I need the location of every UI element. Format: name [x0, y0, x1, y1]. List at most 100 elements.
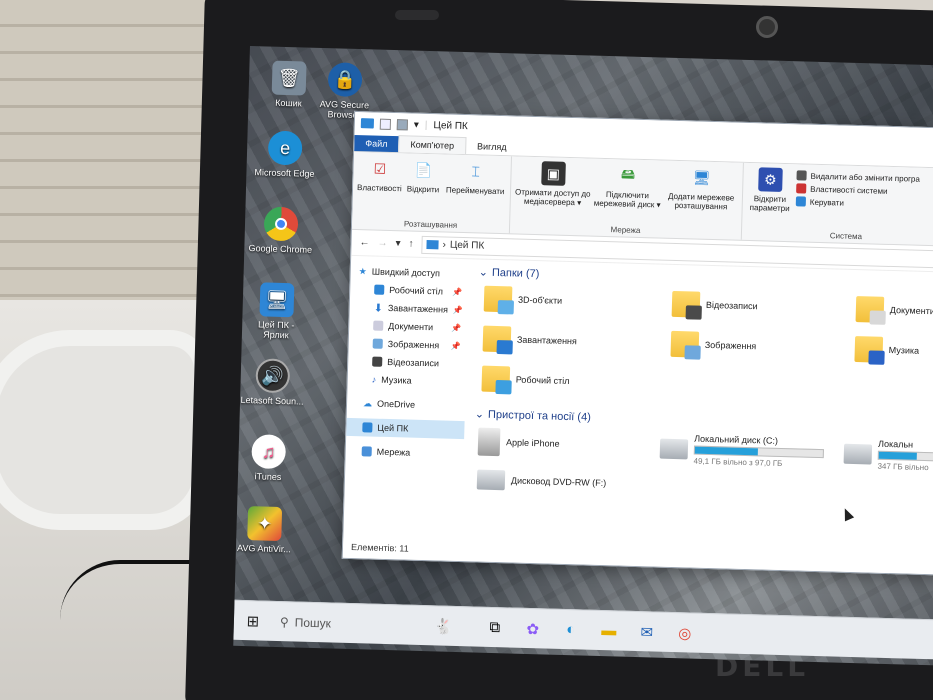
devices-header[interactable]: ⌄ Пристрої та носії (4)	[475, 407, 591, 423]
itunes-icon: ♫	[251, 434, 287, 470]
desktop-folder-icon	[374, 284, 385, 295]
folder-pictures[interactable]: Зображення	[670, 330, 756, 360]
add-network-location-button[interactable]: 🖥 Додати мережеве розташування	[663, 165, 738, 229]
window-title: Цей ПК	[433, 119, 468, 132]
folders-header[interactable]: ⌄ Папки (7)	[479, 265, 540, 280]
properties-quick-icon[interactable]	[379, 118, 392, 130]
media-server-button[interactable]: ▣ Отримати доступ до медіасервера ▾	[514, 160, 591, 224]
system-properties-link[interactable]: Властивості системи	[796, 183, 920, 196]
desktop-icon-this-pc[interactable]: 🖥 Цей ПК - Ярлик	[244, 282, 310, 341]
iphone-icon	[477, 427, 501, 457]
taskbar-search[interactable]: ⚲ Пошук	[272, 606, 413, 640]
explorer-window: ▾ | Цей ПК Файл Комп'ютер Вигляд ☑ Власт…	[341, 110, 933, 576]
folder-3d-objects[interactable]: 3D-об'єкти	[483, 285, 563, 315]
music-note-icon: ♪	[371, 374, 377, 385]
folder-videos[interactable]: Відеозаписи	[671, 290, 758, 320]
desktop-icon-avg-antivirus[interactable]: ✦ AVG AntiVir...	[233, 506, 297, 555]
network-icon	[361, 446, 372, 457]
folder-downloads[interactable]: Завантаження	[482, 325, 578, 355]
folder-icon	[854, 336, 885, 365]
quick-access-dropdown-icon[interactable]: ▾	[414, 119, 419, 130]
pin-icon: 📌	[452, 287, 463, 297]
rename-icon: ⌶	[471, 162, 481, 179]
file-explorer-taskbar-icon[interactable]: ▬	[593, 615, 624, 646]
chrome-icon	[263, 206, 299, 242]
tab-file[interactable]: Файл	[354, 134, 399, 153]
pin-icon: 📌	[452, 305, 463, 315]
ribbon-group-network: ▣ Отримати доступ до медіасервера ▾ 🖴 Пі…	[509, 156, 744, 240]
this-pc-icon	[426, 240, 439, 250]
drive-icon	[843, 443, 873, 465]
content-pane: ⌄ Папки (7) 3D-об'єкти Завантаження Робоч…	[461, 259, 933, 572]
outlook-icon[interactable]: ✉	[631, 616, 662, 647]
network-drive-icon: 🖴	[620, 165, 636, 182]
up-arrow-icon[interactable]: ↑	[408, 239, 413, 250]
download-arrow-icon: ⬇	[373, 302, 384, 315]
this-pc-icon	[360, 118, 375, 129]
ribbon-group-location: ☑ Властивості 📄 Відкрити ⌶ Перейменувати…	[351, 151, 513, 234]
back-arrow-icon[interactable]: ←	[359, 237, 369, 248]
folder-icon	[670, 330, 701, 360]
forward-arrow-icon[interactable]: →	[377, 238, 387, 249]
uninstall-program-link[interactable]: Видалити або змінити програ	[796, 170, 920, 183]
avg-browser-icon: 🔒	[327, 62, 363, 98]
media-server-icon: ▣	[541, 161, 566, 186]
pin-icon: 📌	[451, 323, 462, 333]
folder-icon	[482, 325, 513, 355]
start-windows-icon[interactable]: ⊞	[238, 605, 269, 636]
system-properties-icon	[796, 183, 807, 194]
navigation-pane: ★ Швидкий доступ Робочий стіл 📌 ⬇ Завантаж…	[343, 256, 469, 559]
open-button[interactable]: 📄 Відкрити	[404, 157, 442, 220]
tab-view[interactable]: Вигляд	[466, 138, 518, 155]
desktop-icon-chrome[interactable]: Google Chrome	[248, 206, 313, 255]
documents-icon	[373, 320, 384, 331]
map-network-drive-button[interactable]: 🖴 Підключити мережевий диск ▾	[593, 163, 663, 227]
star-icon: ★	[358, 265, 367, 276]
desktop-icon-itunes[interactable]: ♫ iTunes	[236, 434, 301, 483]
pictures-icon	[372, 338, 383, 349]
gear-icon: ⚙	[758, 167, 783, 192]
folder-icon	[671, 290, 702, 320]
search-icon: ⚲	[279, 614, 289, 629]
explorer-body: ★ Швидкий доступ Робочий стіл 📌 ⬇ Завантаж…	[343, 256, 933, 573]
drive-local-c[interactable]: Локальний диск (C:) 49,1 ГБ вільно з 97,…	[659, 433, 824, 470]
drive-local-d[interactable]: Локальн 347 ГБ вільно	[843, 438, 933, 475]
manage-link[interactable]: Керувати	[795, 196, 920, 209]
properties-button[interactable]: ☑ Властивості	[356, 156, 402, 219]
device-dvd-drive[interactable]: Дисковод DVD-RW (F:)	[476, 469, 607, 494]
desktop-icon-letasoft[interactable]: 🔊 Letasoft Soun...	[240, 358, 305, 407]
edge-taskbar-icon[interactable]: ◐	[555, 614, 586, 645]
white-device	[0, 330, 210, 530]
folder-desktop[interactable]: Робочий стіл	[481, 365, 570, 395]
folder-documents[interactable]: Документи	[855, 296, 933, 325]
network-location-icon: 🖥	[692, 168, 711, 186]
drive-d-usage-fill	[878, 451, 918, 460]
open-settings-button[interactable]: ⚙ Відкрити параметри	[746, 167, 794, 230]
pin-icon: 📌	[450, 341, 461, 351]
device-apple-iphone[interactable]: Apple iPhone	[477, 427, 560, 458]
copilot-icon[interactable]: ✿	[517, 613, 548, 644]
drive-c-usage-fill	[694, 446, 758, 456]
nav-network[interactable]: Мережа	[345, 442, 463, 463]
task-view-icon[interactable]: ⧉	[479, 612, 510, 643]
new-folder-quick-icon[interactable]	[396, 118, 409, 130]
avg-antivirus-icon: ✦	[247, 506, 283, 542]
chevron-down-icon: ⌄	[474, 408, 485, 421]
search-highlight-icon[interactable]: 🐇	[415, 610, 472, 642]
folder-icon	[483, 285, 514, 315]
speaker-icon: 🔊	[255, 358, 291, 394]
folder-music[interactable]: Музика	[854, 336, 919, 365]
videos-icon	[372, 356, 383, 367]
tab-computer[interactable]: Комп'ютер	[398, 135, 467, 155]
recent-dropdown-icon[interactable]: ▾	[395, 238, 400, 249]
avg-taskbar-icon[interactable]: ◎	[669, 617, 700, 648]
chevron-down-icon: ⌄	[478, 266, 489, 279]
bezel-notch	[395, 10, 439, 20]
rename-button[interactable]: ⌶ Перейменувати	[443, 158, 506, 222]
windows-drive-icon	[659, 438, 689, 460]
system-links: Видалити або змінити програ Властивості …	[795, 168, 920, 233]
mouse-cursor	[840, 506, 855, 522]
folder-icon	[481, 365, 512, 395]
recycle-bin-icon: 🗑	[271, 60, 307, 96]
desktop-icon-edge[interactable]: e Microsoft Edge	[252, 130, 317, 179]
